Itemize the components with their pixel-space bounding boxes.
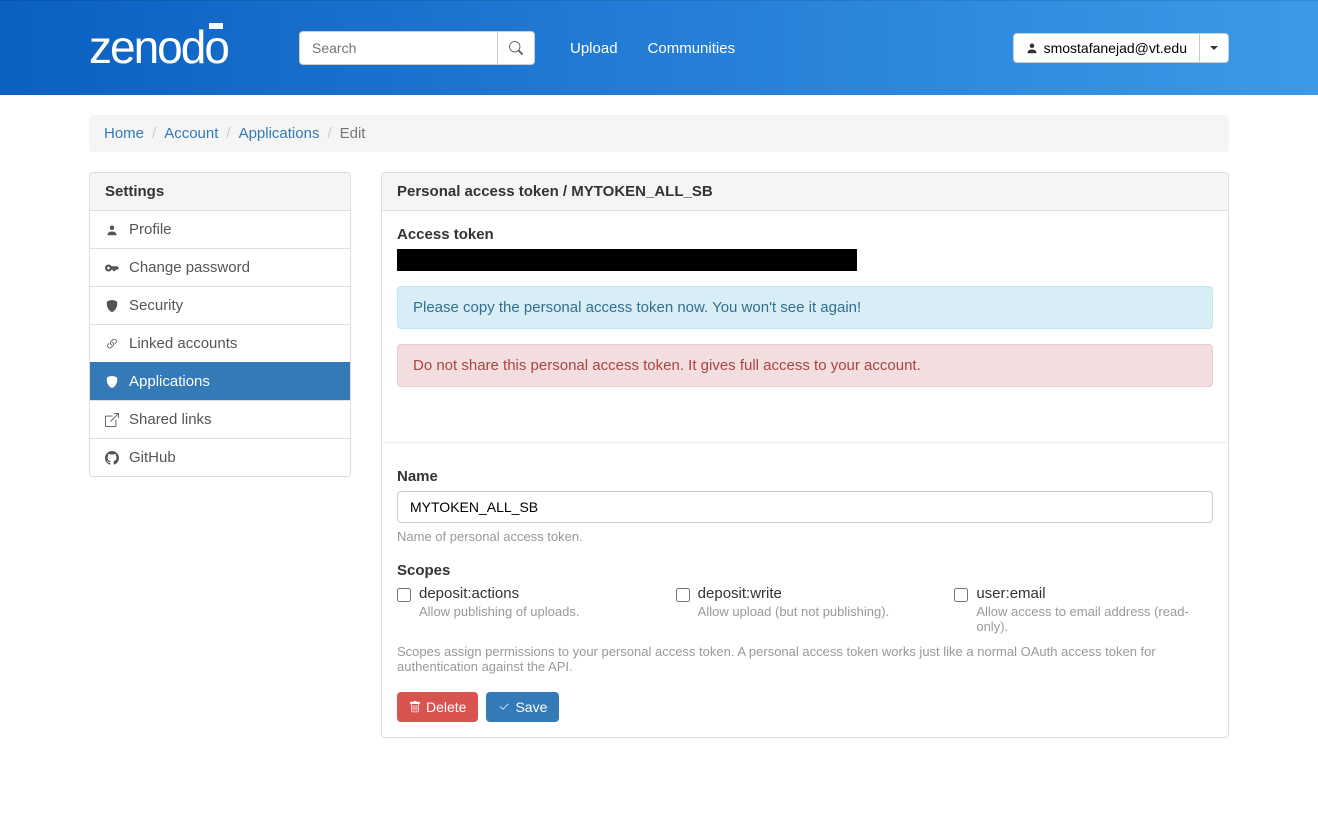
sidebar-item-label: Profile — [129, 221, 172, 238]
scope-desc: Allow upload (but not publishing). — [698, 604, 935, 619]
user-icon — [1026, 42, 1038, 54]
sidebar-heading: Settings — [90, 173, 350, 211]
delete-label: Delete — [426, 699, 466, 715]
check-icon — [498, 701, 510, 713]
scope-name: deposit:write — [698, 585, 935, 602]
delete-button[interactable]: Delete — [397, 692, 478, 722]
save-button[interactable]: Save — [486, 692, 559, 722]
page-title: Personal access token / MYTOKEN_ALL_SB — [382, 173, 1228, 211]
sidebar-item-applications[interactable]: Applications — [90, 362, 350, 400]
nav-communities[interactable]: Communities — [633, 40, 751, 57]
logo[interactable]: zenodo — [89, 23, 259, 73]
info-alert: Please copy the personal access token no… — [397, 286, 1213, 329]
trash-icon — [409, 701, 421, 713]
sidebar-item-github[interactable]: GitHub — [90, 438, 350, 476]
scope-checkbox-user-email[interactable] — [954, 588, 968, 602]
sidebar-item-profile[interactable]: Profile — [90, 211, 350, 248]
shield-icon — [105, 376, 119, 388]
breadcrumb-current: Edit — [340, 125, 366, 142]
scopes-label: Scopes — [397, 562, 1213, 579]
svg-text:zenodo: zenodo — [89, 23, 228, 73]
breadcrumb-sep: / — [226, 125, 230, 142]
github-icon — [105, 451, 119, 465]
sidebar-item-label: Applications — [129, 373, 210, 390]
scope-desc: Allow publishing of uploads. — [419, 604, 656, 619]
user-button[interactable]: smostafanejad@vt.edu — [1013, 33, 1200, 63]
key-icon — [105, 261, 119, 275]
access-token-value — [397, 249, 857, 271]
navbar: zenodo Upload Communities smostafanejad@… — [0, 0, 1318, 95]
scope-deposit-actions: deposit:actions Allow publishing of uplo… — [397, 585, 656, 634]
link-icon — [105, 337, 119, 351]
name-label: Name — [397, 468, 1213, 485]
sidebar-item-change-password[interactable]: Change password — [90, 248, 350, 286]
scope-name: user:email — [976, 585, 1213, 602]
share-icon — [105, 413, 119, 427]
search-button[interactable] — [497, 31, 535, 65]
breadcrumb: Home / Account / Applications / Edit — [89, 115, 1229, 152]
name-help: Name of personal access token. — [397, 529, 1213, 544]
access-token-label: Access token — [397, 226, 1213, 243]
scope-checkbox-deposit-actions[interactable] — [397, 588, 411, 602]
user-menu: smostafanejad@vt.edu — [1013, 33, 1229, 63]
scope-checkbox-deposit-write[interactable] — [676, 588, 690, 602]
sidebar-item-linked-accounts[interactable]: Linked accounts — [90, 324, 350, 362]
user-dropdown-toggle[interactable] — [1200, 33, 1229, 63]
search-icon — [509, 41, 523, 55]
search-group — [299, 31, 535, 65]
scope-deposit-write: deposit:write Allow upload (but not publ… — [676, 585, 935, 634]
user-icon — [105, 224, 119, 236]
danger-alert: Do not share this personal access token.… — [397, 344, 1213, 387]
sidebar-item-label: Change password — [129, 259, 250, 276]
sidebar-item-label: GitHub — [129, 449, 176, 466]
main-content: Personal access token / MYTOKEN_ALL_SB A… — [381, 172, 1229, 738]
breadcrumb-sep: / — [152, 125, 156, 142]
sidebar-item-label: Shared links — [129, 411, 212, 428]
sidebar-item-shared-links[interactable]: Shared links — [90, 400, 350, 438]
scopes-help: Scopes assign permissions to your person… — [397, 644, 1213, 674]
user-email: smostafanejad@vt.edu — [1044, 40, 1187, 56]
search-input[interactable] — [299, 31, 497, 65]
breadcrumb-sep: / — [327, 125, 331, 142]
scope-user-email: user:email Allow access to email address… — [954, 585, 1213, 634]
breadcrumb-home[interactable]: Home — [104, 125, 144, 142]
breadcrumb-account[interactable]: Account — [164, 125, 218, 142]
caret-down-icon — [1210, 44, 1218, 52]
nav-upload[interactable]: Upload — [555, 40, 633, 57]
sidebar: Settings Profile Change password Securit… — [89, 172, 351, 738]
sidebar-item-label: Linked accounts — [129, 335, 237, 352]
scope-name: deposit:actions — [419, 585, 656, 602]
save-label: Save — [515, 699, 547, 715]
breadcrumb-applications[interactable]: Applications — [239, 125, 320, 142]
sidebar-item-label: Security — [129, 297, 183, 314]
name-input[interactable] — [397, 491, 1213, 523]
shield-icon — [105, 300, 119, 312]
scope-desc: Allow access to email address (read-only… — [976, 604, 1213, 634]
sidebar-item-security[interactable]: Security — [90, 286, 350, 324]
scopes-row: deposit:actions Allow publishing of uplo… — [397, 585, 1213, 634]
